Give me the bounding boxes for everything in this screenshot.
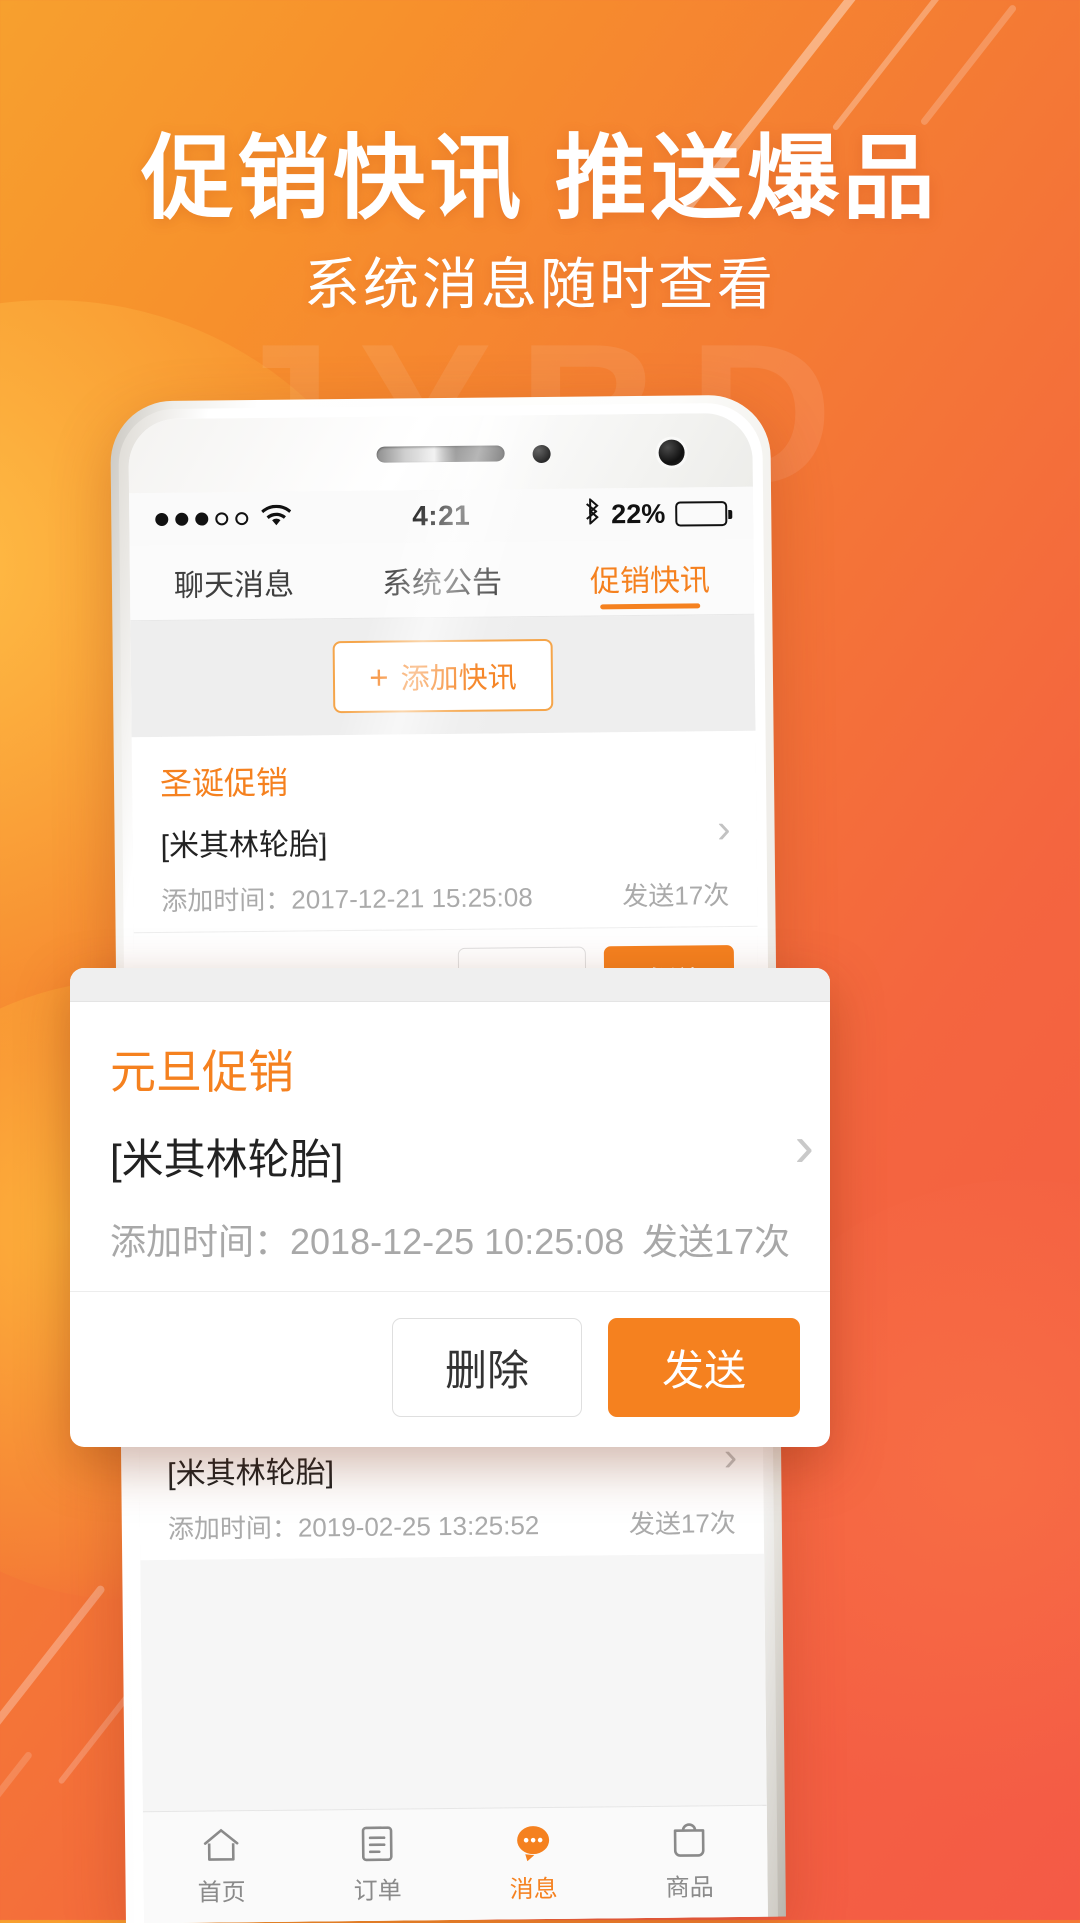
add-bar: + 添加快讯: [130, 614, 756, 738]
nav-item-orders[interactable]: 订单: [299, 1809, 456, 1922]
status-bar: 4:21 22%: [129, 486, 754, 546]
nav-label: 商品: [665, 1874, 714, 1902]
tab-system-notice[interactable]: 系统公告: [338, 541, 547, 618]
promo-product: [米其林轮胎]: [167, 1456, 335, 1491]
promo-added-time: 添加时间：2017-12-21 15:25:08: [161, 882, 533, 916]
promo-added-time: 添加时间：2019-02-25 13:25:52: [167, 1510, 540, 1544]
nav-label: 消息: [509, 1875, 558, 1904]
front-camera-icon: [658, 439, 685, 466]
magnified-card-header: [70, 968, 830, 1002]
magnified-added-time: 添加时间：2018-12-25 10:25:08: [110, 1221, 625, 1262]
bag-icon: [670, 1821, 708, 1859]
magnified-send-button[interactable]: 发送: [607, 1318, 800, 1417]
bottom-navigation: 首页 订单 消息 商品: [142, 1804, 768, 1923]
decorative-streak: [0, 1750, 34, 1850]
message-tabs: 聊天消息 系统公告 促销快讯: [129, 538, 755, 622]
earpiece-speaker-icon: [376, 445, 505, 463]
decorative-streak: [0, 1584, 107, 1786]
home-icon: [201, 1826, 241, 1864]
tab-promo-news[interactable]: 促销快讯: [546, 539, 755, 616]
promo-send-count: 发送17次: [622, 880, 730, 912]
plus-icon: +: [369, 658, 389, 696]
sensor-icon: [532, 444, 551, 464]
nav-label: 订单: [353, 1877, 402, 1906]
chevron-right-icon[interactable]: ›: [795, 1118, 814, 1176]
page-title: 促销快讯 推送爆品: [141, 128, 939, 230]
page-subtitle: 系统消息随时查看: [304, 253, 776, 316]
nav-item-messages[interactable]: 消息: [455, 1807, 612, 1920]
nav-item-products[interactable]: 商品: [611, 1806, 768, 1919]
message-bubble-icon: [513, 1823, 553, 1862]
promo-product: [米其林轮胎]: [160, 828, 328, 863]
phone-bezel-top: [128, 412, 753, 494]
nav-label: 首页: [197, 1879, 246, 1907]
bluetooth-icon: [585, 496, 601, 531]
magnified-send-count: 发送17次: [641, 1221, 790, 1262]
magnified-delete-button[interactable]: 删除: [391, 1318, 582, 1417]
chevron-right-icon[interactable]: ›: [717, 807, 731, 851]
nav-item-home[interactable]: 首页: [143, 1811, 300, 1923]
order-list-icon: [360, 1825, 394, 1863]
magnified-promo-product: [米其林轮胎]: [110, 1136, 344, 1183]
battery-percent: 22%: [611, 498, 666, 529]
promo-send-count: 发送17次: [628, 1508, 736, 1540]
add-promo-label: 添加快讯: [400, 662, 517, 696]
magnified-promo-title: 元旦促销: [110, 1046, 294, 1098]
promo-title: 圣诞促销: [159, 764, 289, 802]
add-promo-button[interactable]: + 添加快讯: [332, 638, 553, 714]
magnified-promo-card[interactable]: 元旦促销 [米其林轮胎] 添加时间：2018-12-25 10:25:08 发送…: [70, 968, 830, 1447]
tab-chat-messages[interactable]: 聊天消息: [130, 543, 339, 620]
battery-icon: [675, 500, 728, 527]
